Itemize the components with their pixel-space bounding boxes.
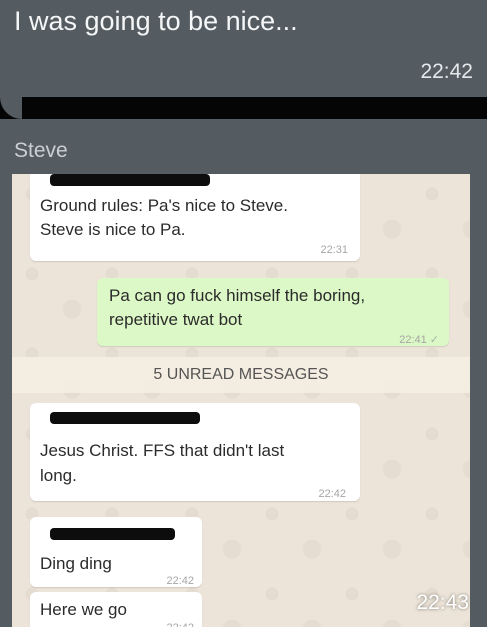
- chat-bubble-incoming: Jesus Christ. FFS that didn't last long.…: [30, 403, 360, 501]
- bubble-text-line: Jesus Christ. FFS that didn't last: [40, 441, 285, 460]
- message-timestamp: 22:42: [420, 60, 473, 83]
- sender-name: Steve: [14, 139, 68, 162]
- image-message-timestamp: 22:43: [416, 591, 469, 614]
- bubble-text-line: repetitive twat bot: [109, 310, 243, 329]
- bubble-text-line: Here we go: [40, 600, 127, 619]
- divider: [0, 97, 487, 119]
- message-text: I was going to be nice...: [14, 6, 298, 36]
- chat-bubble-incoming: Here we go 22:42: [30, 592, 202, 627]
- bubble-text-line: long.: [40, 466, 77, 485]
- redacted-name: [50, 528, 175, 540]
- bubble-text-line: Pa can go fuck himself the boring,: [109, 286, 366, 305]
- bubble-timestamp: 22:42: [166, 616, 194, 627]
- bubble-timestamp: 22:42: [166, 575, 194, 587]
- bubble-timestamp: 22:42: [318, 488, 346, 500]
- read-check-icon: ✓: [429, 334, 439, 346]
- bubble-text-line: Ground rules: Pa's nice to Steve.: [40, 196, 288, 215]
- bubble-timestamp: 22:31: [320, 244, 348, 256]
- redacted-name: [50, 174, 210, 186]
- chat-bubble-incoming: Ground rules: Pa's nice to Steve. Steve …: [30, 174, 360, 261]
- unread-messages-banner: 5 UNREAD MESSAGES: [12, 357, 470, 393]
- bubble-timestamp: 22:41 ✓: [399, 334, 439, 346]
- chat-screenshot-image[interactable]: Ground rules: Pa's nice to Steve. Steve …: [12, 174, 470, 627]
- chat-bubble-incoming: Ding ding 22:42: [30, 517, 202, 587]
- bubble-text-line: Steve is nice to Pa.: [40, 220, 186, 239]
- chat-bubble-outgoing: Pa can go fuck himself the boring, repet…: [97, 278, 449, 346]
- image-message-card[interactable]: Steve Ground rules: Pa's nice to Steve. …: [0, 119, 487, 627]
- bubble-text-line: Ding ding: [40, 554, 112, 573]
- redacted-name: [50, 412, 200, 424]
- received-message-bubble[interactable]: I was going to be nice... 22:42: [0, 0, 487, 97]
